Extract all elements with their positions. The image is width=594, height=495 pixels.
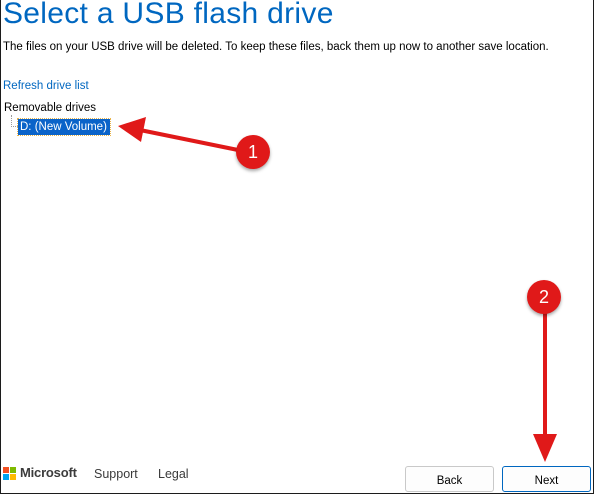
refresh-drive-list-link[interactable]: Refresh drive list [3, 79, 89, 93]
microsoft-wordmark: Microsoft [20, 465, 77, 480]
usb-selection-dialog: Select a USB flash drive The files on yo… [0, 0, 594, 494]
tree-connector-line [11, 115, 18, 127]
next-button[interactable]: Next [502, 466, 591, 492]
microsoft-squares-icon [3, 466, 16, 480]
legal-link[interactable]: Legal [158, 467, 189, 481]
back-button[interactable]: Back [405, 466, 494, 492]
drive-tree: Removable drives D: (New Volume) [4, 101, 111, 136]
tree-root-removable-drives: Removable drives [4, 102, 97, 114]
page-title: Select a USB flash drive [3, 0, 334, 30]
drive-item-d-new-volume[interactable]: D: (New Volume) [17, 118, 111, 136]
support-link[interactable]: Support [94, 467, 138, 481]
microsoft-logo: Microsoft [3, 466, 77, 480]
page-description: The files on your USB drive will be dele… [3, 41, 549, 53]
